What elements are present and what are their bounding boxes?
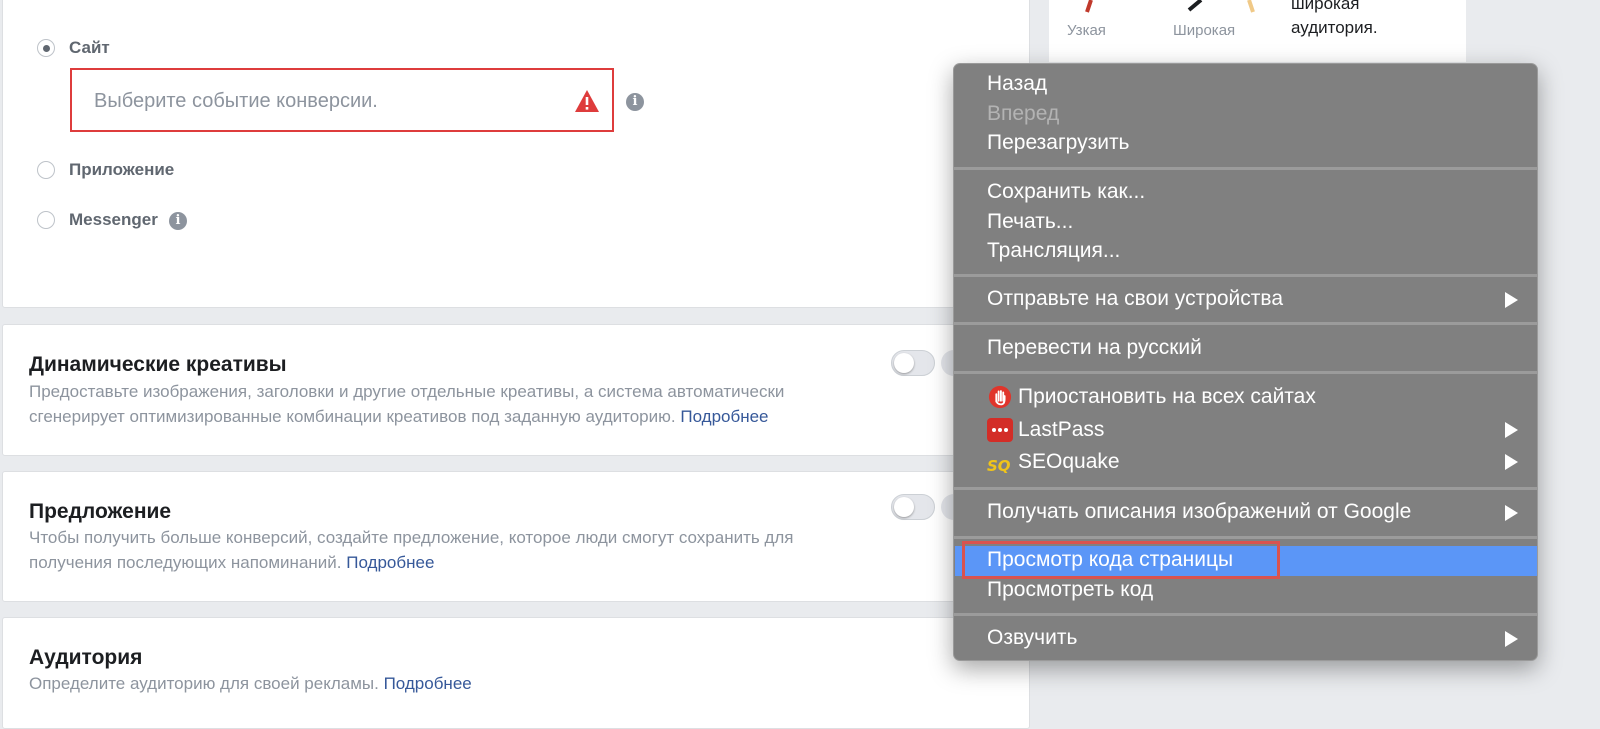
toggle-knob <box>894 497 914 517</box>
lastpass-icon <box>987 418 1013 442</box>
audience-card: Аудитория Определите аудиторию для своей… <box>2 617 1030 729</box>
messenger-radio[interactable] <box>37 211 55 229</box>
dynamic-creatives-title: Динамические креативы <box>29 353 287 376</box>
conversion-event-placeholder: Выберите событие конверсии. <box>94 90 378 112</box>
audience-desc-line1: Определите аудиторию для своей рекламы. <box>29 674 379 693</box>
submenu-arrow-icon <box>1505 631 1518 647</box>
offer-desc-line2: получения последующих напоминаний. <box>29 553 342 572</box>
audience-title: Аудитория <box>29 646 143 669</box>
menu-item-save-as[interactable]: Сохранить как... <box>987 180 1145 204</box>
menu-separator <box>954 322 1537 325</box>
menu-separator <box>954 167 1537 170</box>
dynamic-creatives-card: Динамические креативы Предоставьте изобр… <box>2 324 1030 456</box>
submenu-arrow-icon <box>1505 422 1518 438</box>
audience-desc-line2: аудитория. <box>1291 18 1378 37</box>
audience-size-panel: Узкая Широкая широкая аудитория. <box>1049 0 1466 62</box>
messenger-label: Messenger <box>69 210 158 229</box>
site-label: Сайт <box>69 38 110 57</box>
app-radio[interactable] <box>37 161 55 179</box>
menu-item-cast[interactable]: Трансляция... <box>987 239 1120 263</box>
site-radio[interactable] <box>37 39 55 57</box>
app-label: Приложение <box>69 160 175 179</box>
dynamic-creatives-desc-line2-wrap: сгенерирует оптимизированные комбинации … <box>29 404 784 429</box>
offer-desc: Чтобы получить больше конверсий, создайт… <box>29 525 794 575</box>
menu-item-inspect[interactable]: Просмотреть код <box>987 578 1153 602</box>
menu-item-lastpass[interactable]: LastPass <box>1018 418 1104 442</box>
conversion-card: Сайт Выберите событие конверсии. i Прило… <box>2 0 1030 308</box>
seoquake-icon: SQ <box>987 457 1011 475</box>
messenger-info-icon[interactable]: i <box>169 212 187 230</box>
menu-item-pause-all-sites[interactable]: Приостановить на всех сайтах <box>1018 385 1316 409</box>
offer-learn-more-link[interactable]: Подробнее <box>346 553 434 572</box>
context-menu: Назад Вперед Перезагрузить Сохранить как… <box>953 63 1538 661</box>
warning-icon <box>575 90 599 112</box>
menu-item-forward: Вперед <box>987 102 1060 125</box>
offer-card: Предложение Чтобы получить больше конвер… <box>2 471 1030 602</box>
svg-text:SQ: SQ <box>987 457 1011 475</box>
menu-separator <box>954 613 1537 616</box>
submenu-arrow-icon <box>1505 505 1518 521</box>
menu-item-view-source[interactable]: Просмотр кода страницы <box>987 548 1233 572</box>
dynamic-creatives-desc: Предоставьте изображения, заголовки и др… <box>29 379 784 429</box>
dynamic-creatives-learn-more-link[interactable]: Подробнее <box>680 407 768 426</box>
dynamic-creatives-toggle[interactable] <box>891 350 935 376</box>
menu-item-back[interactable]: Назад <box>987 72 1047 96</box>
menu-item-translate[interactable]: Перевести на русский <box>987 336 1202 360</box>
wide-label: Широкая <box>1173 22 1236 39</box>
conversion-event-select[interactable]: Выберите событие конверсии. <box>70 68 614 132</box>
menu-item-seoquake[interactable]: SEOquake <box>1018 450 1120 474</box>
menu-separator <box>954 487 1537 490</box>
narrow-label: Узкая <box>1067 22 1106 39</box>
offer-title: Предложение <box>29 500 172 523</box>
offer-toggle[interactable] <box>891 494 935 520</box>
menu-separator <box>954 536 1537 539</box>
dynamic-creatives-desc-line2: сгенерирует оптимизированные комбинации … <box>29 407 676 426</box>
audience-gauge-icon <box>1085 0 1255 13</box>
menu-item-print[interactable]: Печать... <box>987 210 1073 234</box>
menu-item-image-descriptions[interactable]: Получать описания изображений от Google <box>987 500 1411 524</box>
hand-stop-icon <box>988 385 1012 409</box>
menu-item-reload[interactable]: Перезагрузить <box>987 131 1130 155</box>
submenu-arrow-icon <box>1505 292 1518 308</box>
menu-separator <box>954 371 1537 374</box>
offer-desc-line2-wrap: получения последующих напоминаний. Подро… <box>29 550 794 575</box>
menu-item-send-to-devices[interactable]: Отправьте на свои устройства <box>987 287 1283 311</box>
toggle-knob <box>894 353 914 373</box>
menu-separator <box>954 274 1537 277</box>
menu-item-speech[interactable]: Озвучить <box>987 626 1077 650</box>
audience-learn-more-link[interactable]: Подробнее <box>384 674 472 693</box>
offer-desc-line1: Чтобы получить больше конверсий, создайт… <box>29 528 794 547</box>
audience-desc: Определите аудиторию для своей рекламы. … <box>29 671 472 696</box>
conversion-info-icon[interactable]: i <box>626 93 644 111</box>
dynamic-creatives-desc-line1: Предоставьте изображения, заголовки и др… <box>29 382 785 401</box>
audience-desc-line1: широкая <box>1291 0 1360 13</box>
submenu-arrow-icon <box>1505 454 1518 470</box>
